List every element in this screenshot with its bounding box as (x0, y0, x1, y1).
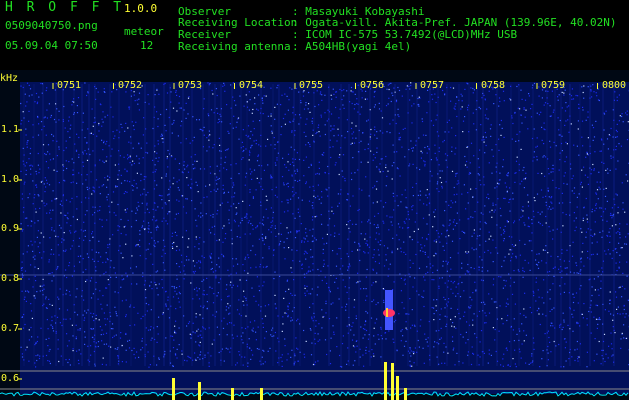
antenna-value: : A504HB(yagi 4el) (292, 40, 412, 53)
file-datetime: 05.09.04 07:50 (5, 39, 98, 52)
time-tick-label: 0754 (239, 80, 264, 91)
time-tick-label: 0759 (541, 80, 566, 91)
file-name: 0509040750.png (5, 19, 98, 32)
meteor-label: meteor (124, 25, 164, 38)
frequency-tick-label: 0.9 (1, 223, 20, 234)
frequency-unit-label: kHz (0, 73, 19, 84)
frequency-tick-label: 1.1 (1, 124, 20, 135)
time-tick-label: 0800 (602, 80, 627, 91)
time-tick-label: 0753 (178, 80, 203, 91)
app-version: 1.0.0 (124, 2, 158, 15)
time-tick-label: 0755 (299, 80, 324, 91)
time-tick-label: 0757 (420, 80, 445, 91)
meteor-count: 12 (140, 39, 154, 52)
time-tick-label: 0758 (481, 80, 506, 91)
spectrogram-display (0, 70, 629, 400)
frequency-tick-label: 1.0 (1, 174, 20, 185)
frequency-tick-label: 0.8 (1, 273, 20, 284)
frequency-tick-label: 0.7 (1, 323, 20, 334)
time-tick-label: 0752 (118, 80, 143, 91)
time-tick-label: 0751 (57, 80, 82, 91)
antenna-label: Receiving antenna (178, 40, 291, 53)
app-title: H R O F F T (5, 0, 125, 15)
header-panel: H R O F F T 1.0.0 0509040750.png 05.09.0… (0, 0, 629, 70)
noise-field (20, 82, 629, 394)
frequency-tick-label: 0.6 (1, 373, 20, 384)
time-tick-label: 0756 (360, 80, 385, 91)
